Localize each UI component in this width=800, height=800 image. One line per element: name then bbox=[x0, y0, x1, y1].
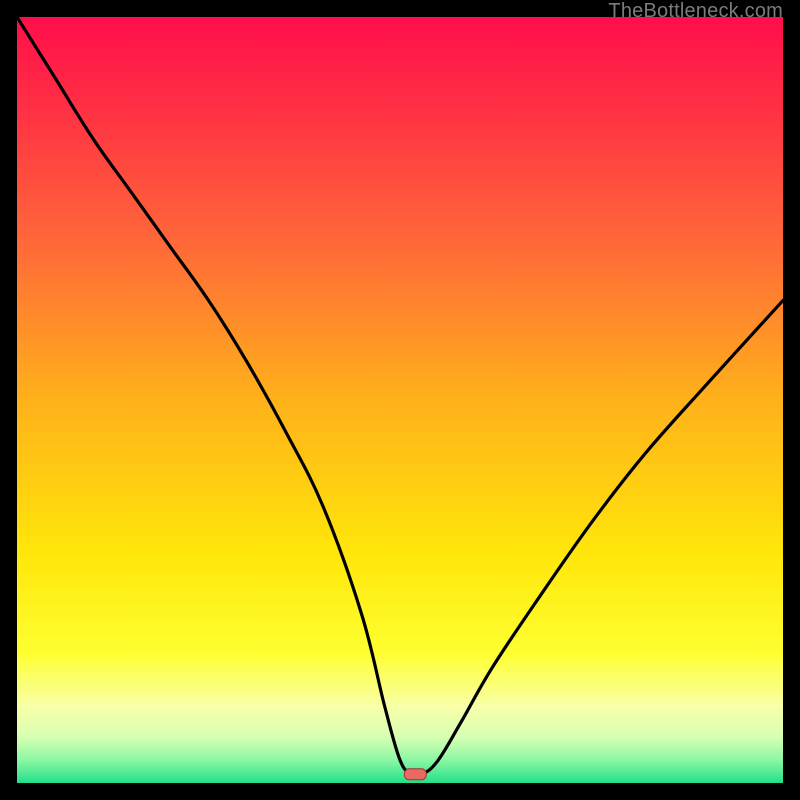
watermark-text: TheBottleneck.com bbox=[608, 0, 783, 23]
minimum-marker bbox=[404, 769, 426, 780]
gradient-background bbox=[17, 17, 783, 783]
chart-frame: TheBottleneck.com bbox=[0, 0, 800, 800]
bottleneck-chart bbox=[17, 17, 783, 783]
